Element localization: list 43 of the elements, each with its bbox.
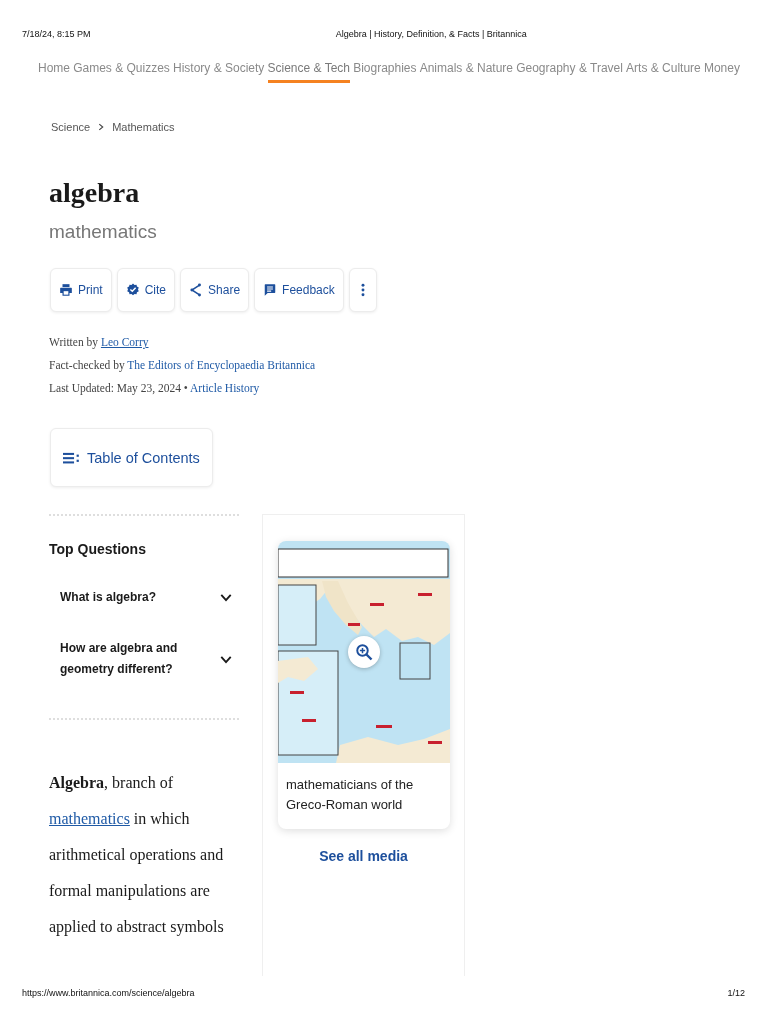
nav-tab[interactable]: Geography & Travel: [516, 60, 623, 83]
nav-tab[interactable]: Animals & Nature: [419, 60, 514, 83]
article-subtitle: mathematics: [49, 220, 157, 244]
page-title: Algebra | History, Definition, & Facts | Britannica: [335, 28, 527, 40]
article-title: algebra: [49, 176, 140, 210]
byline-link[interactable]: Leo Corry: [100, 336, 149, 348]
share-icon: [189, 283, 204, 297]
article-link[interactable]: mathematics: [49, 810, 130, 827]
see-all-media-link[interactable]: See all media: [319, 847, 408, 865]
chevron-right-icon: [98, 123, 105, 131]
printer-icon: [59, 283, 73, 297]
page-url: https://www.britannica.com/science/algebra: [22, 987, 195, 999]
verified-badge-icon: [125, 283, 140, 297]
media-card[interactable]: mathematicians of the Greco-Roman world: [278, 541, 450, 829]
byline-text: Fact-checked by The Editors of Encyclopaedia Britannica: [49, 358, 316, 374]
cite-button[interactable]: Cite: [116, 268, 176, 312]
nav-tab[interactable]: Games & Quizzes: [73, 60, 170, 83]
byline-text: Written by Leo Corry: [49, 335, 149, 351]
print-button[interactable]: Print: [50, 268, 112, 312]
media-caption: mathematicians of the Greco-Roman world: [285, 776, 415, 814]
breadcrumb-link[interactable]: Science: [51, 119, 91, 135]
byline-link[interactable]: Article History: [190, 382, 260, 394]
speech-bubble-icon: [263, 283, 278, 297]
byline-text: Last Updated: May 23, 2024 • Article History: [49, 381, 260, 397]
table-of-contents-button[interactable]: Table of Contents: [50, 428, 213, 487]
byline-link[interactable]: The Editors of Encyclopaedia Britannica: [127, 359, 316, 371]
nav-tab[interactable]: Arts & Culture: [626, 60, 701, 83]
section-heading: Top Questions: [49, 540, 146, 559]
nav-tab[interactable]: Science & Tech: [267, 60, 350, 83]
nav-tab[interactable]: Biographies: [353, 60, 417, 83]
breadcrumb-link[interactable]: Mathematics: [112, 119, 175, 135]
nav-tab[interactable]: History & Society: [173, 60, 265, 83]
list-icon: [63, 451, 80, 464]
zoom-in-icon: [355, 643, 373, 661]
article-paragraph: Algebra, branch of mathematics in which arithmetical operations and formal manipulations are applied to abstract symbols: [49, 773, 225, 938]
print-date: 7/18/24, 8:15 PM: [22, 28, 91, 40]
page-number: 1/12: [727, 987, 745, 999]
question-toggle[interactable]: What is algebra?: [60, 587, 232, 608]
more-vertical-icon: [360, 283, 365, 297]
share-button[interactable]: Share: [180, 268, 250, 312]
feedback-button[interactable]: Feedback: [254, 268, 344, 312]
question-toggle[interactable]: How are algebra and geometry different?: [60, 638, 232, 680]
nav-tab[interactable]: Money: [703, 60, 740, 83]
